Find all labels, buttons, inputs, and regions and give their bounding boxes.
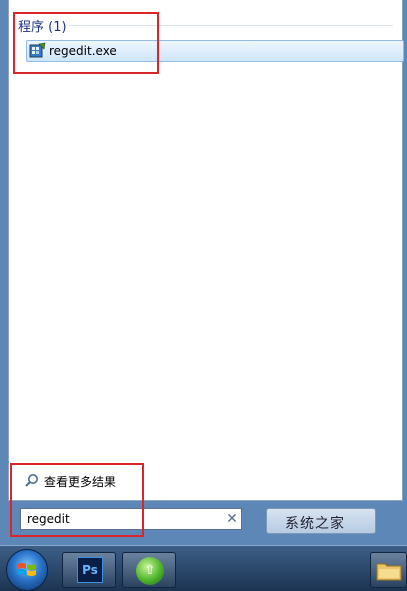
highlight-box-search [10,463,144,537]
highlight-box-results [13,12,159,74]
taskbar: Ps ⇧ [0,545,407,591]
browser-arrow-icon: ⇧ [144,563,156,578]
photoshop-icon: Ps [77,557,103,583]
clear-icon[interactable]: ✕ [224,510,240,528]
shutdown-button-label: 系统之家 [285,516,345,532]
folder-icon [376,563,402,581]
search-results-panel: 程序 (1) regedit.exe 查看更多结果 [8,0,404,501]
start-button[interactable] [6,549,48,591]
windows-flag-icon [18,563,36,576]
start-menu: 程序 (1) regedit.exe 查看更多结果 ✕ 系统之家 [0,0,407,545]
taskbar-item-photoshop[interactable]: Ps [62,552,116,588]
taskbar-item-folder[interactable] [370,552,407,588]
taskbar-item-browser[interactable]: ⇧ [122,552,176,588]
shutdown-button[interactable]: 系统之家 [266,508,376,534]
browser-icon: ⇧ [136,557,164,585]
